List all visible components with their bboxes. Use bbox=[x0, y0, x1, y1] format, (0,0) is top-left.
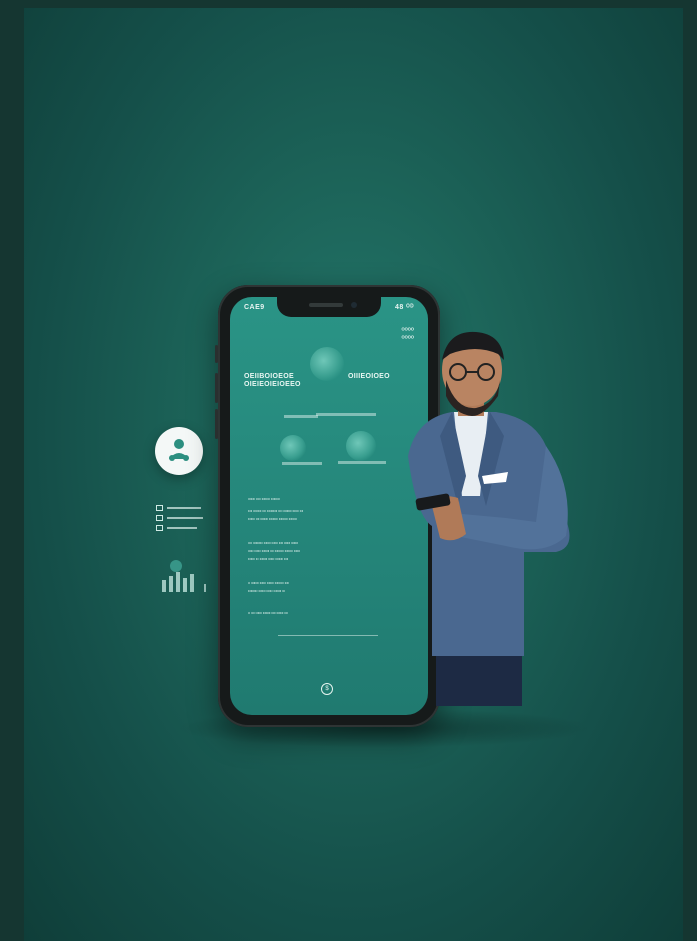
divider-line bbox=[282, 462, 322, 465]
text-line: ᴼᴵᴵᴼ ᴵᴼᴵᴵᴼ ᴵᴼᴵᴵᴼᴵᴵ ᴵᴼᴵ ᴵᴼᴵᴵᴼᴼᴵ ᴵᴼᴵᴵᴼᴼ ᴵᴼ… bbox=[248, 549, 301, 554]
text-line: ᴼ ᴵᴼᴵᴵᴼᴵᴵ ᴵᴼᴵᴵᴼ ᴵᴼᴵᴵᴼᴵ ᴵᴼᴵᴵᴼᴼᴵ ᴵᴼᴵᴵ bbox=[248, 581, 289, 586]
speaker bbox=[309, 303, 343, 307]
divider-line bbox=[316, 413, 376, 416]
text-line: ᴵᴼᴵᴵᴼᴵᴵᴼ ᴵᴼᴵᴵᴼᴵ ᴵᴼᴵᴵᴼ ᴵᴼᴵᴵᴼᴵᴵ ᴵᴼ bbox=[248, 589, 285, 594]
list-item bbox=[156, 505, 203, 511]
check-icon bbox=[156, 525, 163, 531]
text-line: ᴼᴼ ᴵᴼᴵᴵᴼᴵᴵᴼ ᴵᴼᴵᴵᴼᴵ ᴵᴼᴵᴵᴼ ᴵᴼᴵᴵ ᴼᴵᴵᴼᴵ ᴵᴼᴵᴵ… bbox=[248, 541, 299, 546]
mute-switch bbox=[215, 345, 218, 363]
home-button[interactable]: $ bbox=[321, 683, 333, 695]
text-line: ᴵᴼᴵᴵᴼᴵ ᴵᴼ ᴵᴼᴵᴵᴼᴵᴵ ᴵᴼᴵᴵᴼ ᴵᴼᴵᴵᴼᴵᴵ ᴵᴼᴵᴵ bbox=[248, 557, 289, 562]
heading-left: OEIIBOIOEOE OIEIEOIEIOEEO bbox=[244, 373, 301, 388]
divider-line bbox=[284, 415, 318, 418]
app-logo-icon bbox=[169, 439, 189, 461]
poster-background: CAE9 48 ᴼᴰ ᴼᴼᴼᴼ ᴼᴼᴼᴼ OEIIBOIOEOE OIEIEOI… bbox=[24, 8, 683, 941]
notch bbox=[277, 297, 381, 317]
text-line: ᴵᴼᴵᴵᴵᴼ ᴼᴵᴵ ᴵᴼᴵᴵᴼᴵᴵ ᴵᴼᴼᴵᴵᴼᴵ ᴵᴼᴵᴵᴼᴼᴵ ᴵᴼᴵᴵᴼ… bbox=[248, 517, 297, 522]
feature-icon bbox=[310, 347, 344, 381]
status-time: CAE9 bbox=[244, 304, 265, 311]
volume-down-button bbox=[215, 409, 218, 439]
text-line: ᴼ ᴵᴼᴵ ᴼᴵᴵᴼᴵ ᴵᴼᴵᴵᴼᴵᴵ ᴵᴼᴵᴵ ᴵᴼᴵᴵᴼᴵ ᴵᴼᴵ bbox=[248, 611, 288, 616]
floating-bar-chart-icon bbox=[162, 560, 206, 592]
text-line: ᴼᴵᴵᴼᴵᴵ ᴼᴼᴵ ᴵᴼᴵᴵᴼᴼ ᴵᴼᴵᴵᴼᴼᴵ bbox=[248, 497, 280, 502]
feature-icon bbox=[346, 431, 376, 461]
text-line: ᴵᴼᴵᴵ ᴼᴵᴼᴵᴼᴵ ᴵᴼᴵ ᴵᴼᴼᴵᴵᴵᴼᴵᴵ ᴵᴼᴵ ᴼᴼᴵᴵᴵᴼᴵ ᴵᴵ… bbox=[248, 509, 304, 514]
list-item bbox=[156, 525, 203, 531]
divider-line bbox=[278, 635, 378, 636]
app-logo-badge bbox=[155, 427, 203, 475]
list-item bbox=[156, 515, 203, 521]
camera-icon bbox=[351, 302, 357, 308]
volume-up-button bbox=[215, 373, 218, 403]
businessman-figure bbox=[408, 331, 570, 706]
floating-list-widget bbox=[156, 505, 203, 535]
feature-icon bbox=[280, 435, 306, 461]
status-indicators: 48 ᴼᴰ bbox=[394, 304, 414, 311]
check-icon bbox=[156, 505, 163, 511]
divider-line bbox=[338, 461, 386, 464]
check-icon bbox=[156, 515, 163, 521]
